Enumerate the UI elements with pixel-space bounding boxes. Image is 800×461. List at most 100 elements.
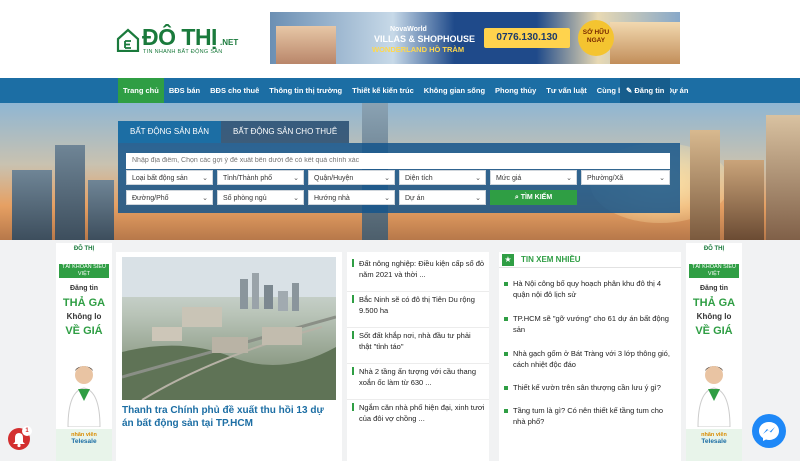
- list-item-title[interactable]: Tầng tum là gì? Có nên thiết kế tầng tum…: [513, 405, 675, 427]
- site-logo[interactable]: ĐÔ THỊ .NET TIN NHANH BẤT ĐỘNG SẢN: [116, 22, 239, 58]
- ad-telesale-strip: nhân viên Telesale: [686, 429, 742, 461]
- list-bullet: [352, 259, 354, 267]
- list-item[interactable]: Đất nông nghiệp: Điều kiện cấp sổ đỏ năm…: [347, 256, 489, 292]
- left-side-ad[interactable]: ĐÔ THỊ TÀI KHOẢN SIÊU VIỆT Đăng tin THẢ …: [56, 243, 112, 461]
- hero-building: [690, 130, 720, 240]
- chevron-down-icon: ⌄: [475, 175, 481, 182]
- hero-building: [55, 145, 85, 240]
- chevron-down-icon: ⌄: [293, 195, 299, 202]
- list-item[interactable]: Sốt đất khắp nơi, nhà đầu tư phải thật "…: [347, 328, 489, 364]
- most-read-title: TIN XEM NHIỀU: [521, 255, 581, 264]
- nav-item-market-info[interactable]: Thông tin thị trường: [264, 78, 347, 103]
- tab-for-sale[interactable]: BẤT ĐỘNG SẢN BÁN: [118, 121, 221, 143]
- bedrooms-select[interactable]: Số phòng ngủ ⌄: [217, 190, 304, 205]
- notification-bell-button[interactable]: 1: [8, 426, 32, 450]
- featured-article[interactable]: Thanh tra Chính phủ đề xuất thu hồi 13 d…: [116, 252, 342, 461]
- list-item-title[interactable]: Hà Nội công bố quy hoạch phân khu đô thị…: [513, 278, 675, 300]
- main-nav: Trang chủ BĐS bán BĐS cho thuê Thông tin…: [0, 78, 800, 103]
- banner-phone[interactable]: 0776.130.130: [484, 28, 570, 48]
- list-bullet: [352, 403, 354, 411]
- search-button[interactable]: ⌕ TÌM KIẾM: [490, 190, 577, 205]
- notification-count: 1: [22, 426, 32, 436]
- select-label: Đường/Phố: [132, 195, 169, 202]
- list-bullet: [504, 352, 508, 356]
- list-item-title[interactable]: Nhà 2 tầng ấn tượng với cầu thang xoắn ố…: [359, 366, 485, 388]
- select-label: Hướng nhà: [314, 195, 350, 202]
- list-item-title[interactable]: Bắc Ninh sẽ có đô thị Tiên Du rộng 9.500…: [359, 294, 485, 316]
- ad-line1: Đăng tin: [700, 285, 728, 292]
- select-label: Phường/Xã: [587, 175, 624, 182]
- list-item-title[interactable]: Đất nông nghiệp: Điều kiện cấp sổ đỏ năm…: [359, 258, 485, 280]
- list-item[interactable]: Ngắm căn nhà phố hiện đại, xinh tươi của…: [347, 400, 489, 436]
- logo-word: ĐÔ THỊ: [142, 24, 217, 50]
- nav-item-feng-shui[interactable]: Phong thủy: [490, 78, 541, 103]
- star-icon: ★: [502, 254, 514, 266]
- list-bullet: [504, 409, 508, 413]
- list-item[interactable]: Nhà 2 tầng ấn tượng với cầu thang xoắn ố…: [347, 364, 489, 400]
- search-panel: Loại bất động sản ⌄ Tỉnh/Thành phố ⌄ Quận/…: [118, 143, 680, 213]
- street-select[interactable]: Đường/Phố ⌄: [126, 190, 213, 205]
- ad-account-label: TÀI KHOẢN SIÊU VIỆT: [689, 264, 739, 278]
- nav-item-legal[interactable]: Tư vấn luật: [541, 78, 591, 103]
- messenger-chat-button[interactable]: [752, 414, 786, 448]
- direction-select[interactable]: Hướng nhà ⌄: [308, 190, 395, 205]
- right-side-ad[interactable]: ĐÔ THỊ TÀI KHOẢN SIÊU VIỆT Đăng tin THẢ …: [686, 243, 742, 461]
- banner-brand: NovaWorld: [390, 26, 427, 33]
- banner-building-left: [276, 26, 336, 64]
- ad-line4: VỀ GIÁ: [65, 325, 103, 337]
- tab-for-rent[interactable]: BẤT ĐỘNG SẢN CHO THUÊ: [220, 121, 350, 143]
- ad-line3: Không lo: [696, 312, 732, 321]
- ad-line3: Không lo: [66, 312, 102, 321]
- list-item-title[interactable]: TP.HCM sẽ "gỡ vướng" cho 61 dự án bất độ…: [513, 313, 675, 335]
- hero-building: [12, 170, 52, 240]
- hero-building: [88, 180, 114, 240]
- keyword-input[interactable]: [126, 153, 670, 169]
- list-bullet: [352, 331, 354, 339]
- nav-item-for-rent[interactable]: BĐS cho thuê: [205, 78, 264, 103]
- chevron-down-icon: ⌄: [384, 195, 390, 202]
- province-select[interactable]: Tỉnh/Thành phố ⌄: [217, 170, 304, 185]
- ad-logo: ĐÔ THỊ: [73, 246, 95, 252]
- property-type-select[interactable]: Loại bất động sản ⌄: [126, 170, 213, 185]
- ad-person-image: [697, 366, 731, 427]
- project-select[interactable]: Dự án ⌄: [399, 190, 486, 205]
- price-select[interactable]: Mức giá ⌄: [490, 170, 577, 185]
- list-bullet: [504, 282, 508, 286]
- ad-telesale-strip: nhân viên Telesale: [56, 429, 112, 461]
- logo-tagline: TIN NHANH BẤT ĐỘNG SẢN: [143, 49, 223, 55]
- logo-net: .NET: [220, 38, 239, 47]
- nav-item-home[interactable]: Trang chủ: [118, 78, 164, 103]
- list-item-title[interactable]: Thiết kế vườn trên sân thượng cần lưu ý …: [513, 382, 675, 393]
- nav-item-for-sale[interactable]: BĐS bán: [164, 78, 205, 103]
- featured-article-image[interactable]: [122, 257, 336, 400]
- chevron-down-icon: ⌄: [202, 195, 208, 202]
- search-button-label: TÌM KIẾM: [520, 194, 553, 201]
- ward-select[interactable]: Phường/Xã ⌄: [581, 170, 670, 185]
- list-bullet: [352, 367, 354, 375]
- nav-item-living-space[interactable]: Không gian sống: [419, 78, 490, 103]
- select-label: Mức giá: [496, 175, 522, 182]
- house-logo-icon: [116, 28, 140, 52]
- district-select[interactable]: Quận/Huyện ⌄: [308, 170, 395, 185]
- chevron-down-icon: ⌄: [202, 175, 208, 182]
- ad-line1: Đăng tin: [70, 285, 98, 292]
- list-item-title[interactable]: Ngắm căn nhà phố hiện đại, xinh tươi của…: [359, 402, 485, 424]
- city-aerial-image: [122, 257, 336, 400]
- area-select[interactable]: Diện tích ⌄: [399, 170, 486, 185]
- top-ad-banner[interactable]: NovaWorld VILLAS & SHOPHOUSE WONDERLAND …: [270, 12, 680, 64]
- nav-item-architecture[interactable]: Thiết kế kiến trúc: [347, 78, 419, 103]
- featured-article-title[interactable]: Thanh tra Chính phủ đề xuất thu hồi 13 d…: [122, 404, 336, 430]
- list-bullet: [352, 295, 354, 303]
- select-label: Tỉnh/Thành phố: [223, 175, 273, 182]
- list-item-title[interactable]: Nhà gạch gốm ở Bát Tràng với 3 lớp thông…: [513, 348, 675, 370]
- chevron-down-icon: ⌄: [659, 175, 665, 182]
- chevron-down-icon: ⌄: [566, 175, 572, 182]
- banner-subline: WONDERLAND HỒ TRÀM: [372, 45, 465, 54]
- ad-line2: THẢ GA: [692, 297, 736, 309]
- post-listing-button[interactable]: ✎ Đăng tin: [620, 78, 671, 103]
- list-item[interactable]: Bắc Ninh sẽ có đô thị Tiên Du rộng 9.500…: [347, 292, 489, 328]
- list-bullet: [504, 386, 508, 390]
- chevron-down-icon: ⌄: [384, 175, 390, 182]
- search-box: BẤT ĐỘNG SẢN BÁN BẤT ĐỘNG SẢN CHO THUÊ L…: [118, 121, 680, 213]
- list-item-title[interactable]: Sốt đất khắp nơi, nhà đầu tư phải thật "…: [359, 330, 485, 352]
